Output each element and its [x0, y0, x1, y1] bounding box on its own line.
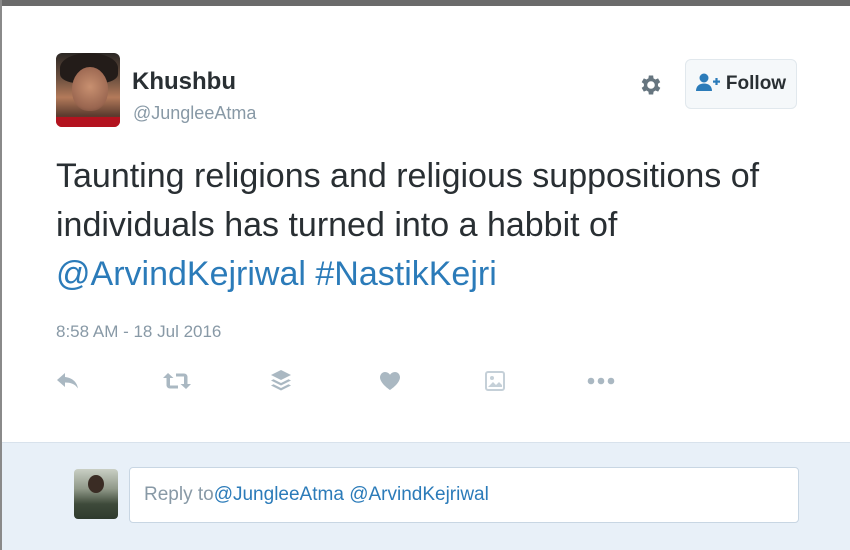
reply-mention-1: @JungleeAtma [213, 484, 344, 505]
follow-label: Follow [725, 73, 787, 94]
tweet-text-line-1: Taunting religions and religious supposi… [56, 157, 760, 195]
gear-icon[interactable] [636, 70, 666, 100]
follow-user-icon [695, 72, 720, 97]
author-avatar[interactable] [56, 53, 120, 127]
follow-button[interactable]: Follow [685, 59, 797, 109]
tweet-text: Taunting religions and religious supposi… [56, 152, 836, 299]
tweet-timestamp[interactable]: 8:58 AM - 18 Jul 2016 [56, 322, 221, 342]
hashtag-link[interactable]: #NastikKejri [315, 255, 496, 293]
author-handle[interactable]: @JungleeAtma [133, 103, 256, 124]
reply-input[interactable]: Reply to @JungleeAtma @ArvindKejriwal [129, 467, 799, 523]
avatar-shirt [56, 117, 120, 127]
more-icon[interactable] [586, 366, 616, 396]
author-name[interactable]: Khushbu [132, 68, 236, 96]
retweet-icon[interactable] [162, 366, 192, 396]
tweet-text-line-2: individuals has turned into a habbit of [56, 206, 618, 244]
reply-mention-2: @ArvindKejriwal [349, 484, 489, 505]
buffer-icon[interactable] [266, 366, 296, 396]
reply-icon[interactable] [53, 366, 83, 396]
like-icon[interactable] [375, 366, 405, 396]
reply-prefix: Reply to [144, 484, 214, 505]
current-user-avatar-head [88, 475, 104, 493]
tweet-text-line-3: @ArvindKejriwal #NastikKejri [56, 250, 836, 299]
reply-bar: Reply to @JungleeAtma @ArvindKejriwal [2, 442, 850, 550]
avatar-face [72, 67, 108, 111]
tweet-card: Khushbu @JungleeAtma Follow Taunting rel… [2, 6, 850, 550]
current-user-avatar [74, 469, 118, 519]
photo-icon[interactable] [480, 366, 510, 396]
mention-link[interactable]: @ArvindKejriwal [56, 255, 306, 293]
